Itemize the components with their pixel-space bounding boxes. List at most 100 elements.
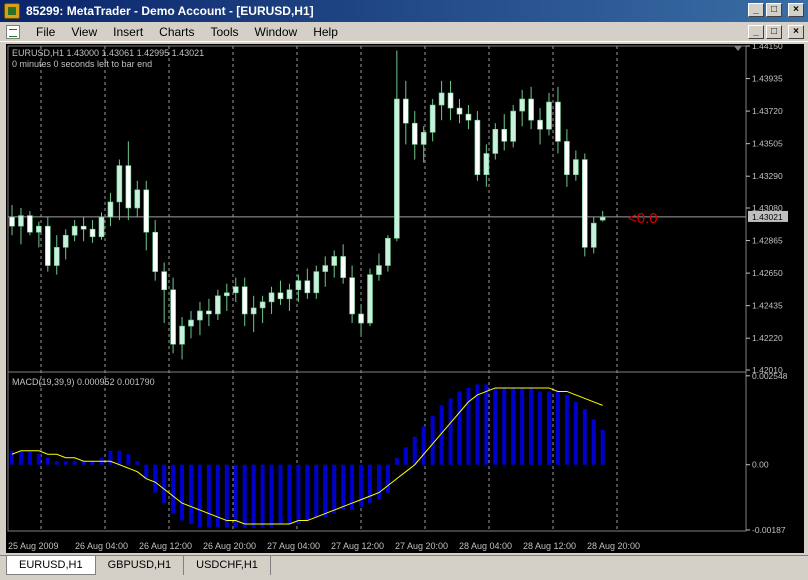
candle-body [555,101,561,142]
maximize-button[interactable]: □ [766,3,782,17]
candle-body [456,107,463,115]
chart-shift-marker-icon [734,46,742,51]
macd-tick-label: -0.00187 [752,525,786,535]
minimize-button[interactable]: _ [748,3,764,17]
macd-bar [81,461,86,465]
price-tick-label: 1.43935 [752,74,783,84]
chart-document-icon[interactable] [6,25,20,39]
macd-bar [108,450,113,465]
candle-body [501,128,508,142]
macd-bar [45,457,50,465]
macd-bar [529,387,534,465]
macd-bar [466,387,471,465]
candle-body [71,225,78,236]
chart-tab-bar: EURUSD,H1 GBPUSD,H1 USDCHF,H1 [0,555,808,580]
macd-bar [36,454,41,465]
bar-timer: 0 minutes 0 seconds left to bar end [12,59,153,69]
time-tick-label: 26 Aug 04:00 [75,541,128,551]
candle-body [232,286,239,294]
macd-bar [63,461,68,465]
price-chart-canvas[interactable]: 25 Aug 2009 26 Aug 04:00 26 Aug 12:00 26 Au… [6,44,804,553]
macd-bar [251,464,256,528]
menu-tools[interactable]: Tools [203,25,247,39]
time-tick-label: 28 Aug 12:00 [523,541,576,551]
candle-body [402,98,409,124]
chart-window[interactable]: 25 Aug 2009 26 Aug 04:00 26 Aug 12:00 26 Au… [6,44,804,553]
time-tick-label: 27 Aug 04:00 [267,541,320,551]
menu-charts[interactable]: Charts [151,25,202,39]
time-tick-label: 26 Aug 20:00 [203,541,256,551]
doc-minimize-button[interactable]: _ [748,25,764,39]
macd-bar [511,387,516,465]
candle-body [599,216,606,221]
macd-bar [162,464,167,504]
candle-body [537,119,543,130]
menu-file[interactable]: File [28,25,63,39]
macd-bar [126,454,131,465]
candle-body [349,277,355,315]
macd-bar [233,464,238,528]
candle-body [385,237,391,266]
macd-bar [538,391,543,465]
candle-body [44,225,51,266]
macd-bar [591,419,596,465]
tab-usdchf[interactable]: USDCHF,H1 [184,556,271,575]
close-button[interactable]: × [788,3,804,17]
candle-body [519,98,525,112]
macd-bar [27,450,32,465]
macd-bar [90,461,95,465]
menu-bar: File View Insert Charts Tools Window Hel… [0,22,808,42]
doc-restore-button[interactable]: □ [766,25,782,39]
macd-bar [484,384,489,465]
candle-body [546,101,552,130]
macd-bar [269,464,274,528]
candle-body [483,153,490,175]
candle-body [125,165,132,209]
macd-bar [153,464,158,493]
candle-body [510,110,517,142]
price-tick-label: 1.42435 [752,301,783,311]
menu-help[interactable]: Help [305,25,346,39]
macd-bar [117,450,122,465]
macd-bar [287,464,292,525]
candle-body [80,225,87,230]
doc-close-button[interactable]: × [788,25,804,39]
macd-bar [368,464,372,504]
macd-bar [314,464,319,518]
menu-window[interactable]: Window [247,25,306,39]
candle-body [465,113,472,121]
candle-body [581,159,588,248]
price-tick-label: 1.42220 [752,333,783,343]
macd-bar [10,450,14,465]
tab-gbpusd[interactable]: GBPUSD,H1 [95,556,185,575]
macd-bar [206,464,211,528]
menu-view[interactable]: View [63,25,105,39]
price-tick-label: 1.43290 [752,171,783,181]
spread-label: <0.0 [628,210,658,227]
candle-body [259,301,266,309]
time-tick-label: 28 Aug 04:00 [459,541,512,551]
candle-body [62,234,69,248]
candle-body [492,128,499,154]
price-tick-label: 1.42865 [752,236,783,246]
tab-eurusd[interactable]: EURUSD,H1 [6,556,96,575]
candle-body [36,225,42,233]
menu-insert[interactable]: Insert [105,25,151,39]
candle-body [286,289,293,300]
symbol-info: EURUSD,H1 1.43000 1.43061 1.42995 1.4302… [12,48,205,58]
candle-body [367,274,373,324]
macd-bar [430,415,435,465]
candle-body [143,189,150,233]
macd-bar [18,450,23,465]
metatrader-app-icon [4,3,20,19]
macd-bar [332,464,337,514]
candle-body [528,98,534,121]
candle-body [206,310,212,315]
candle-body [250,307,257,315]
candle-body [268,292,275,303]
candle-body [179,325,185,345]
macd-bar [72,461,77,465]
macd-bar [582,408,587,465]
macd-bar [600,429,605,465]
macd-bar [305,464,310,521]
